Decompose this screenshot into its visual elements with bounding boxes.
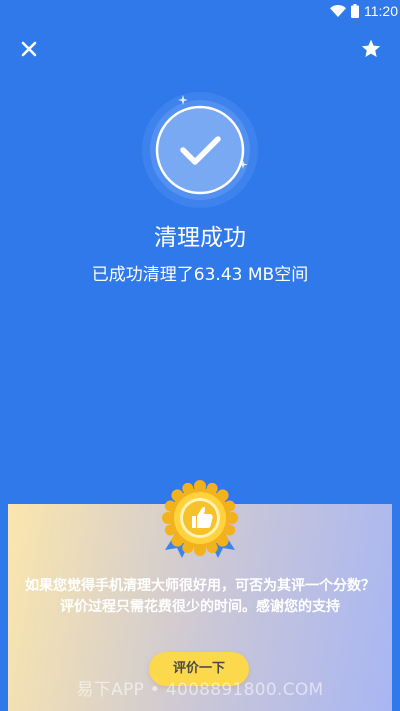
star-icon (361, 39, 381, 57)
thumbs-up-medal-icon (162, 480, 238, 558)
success-title: 清理成功 (154, 225, 246, 251)
rating-message: 如果您觉得手机清理大师很好用，可否为其评一个分数？评价过程只需花费很少的时间。感… (25, 578, 375, 615)
success-checkmark-graphic (142, 92, 258, 208)
close-button[interactable] (18, 38, 40, 60)
battery-icon (351, 4, 359, 18)
status-bar: 11:20 (0, 0, 400, 24)
status-time: 11:20 (364, 3, 398, 19)
wifi-icon (330, 5, 346, 17)
watermark: 易下APP • 4008891800.COM (76, 680, 324, 700)
cleaned-size-description: 已成功清理了63.43 MB空间 (91, 265, 309, 285)
favorite-button[interactable] (359, 37, 383, 61)
close-icon (21, 41, 37, 57)
